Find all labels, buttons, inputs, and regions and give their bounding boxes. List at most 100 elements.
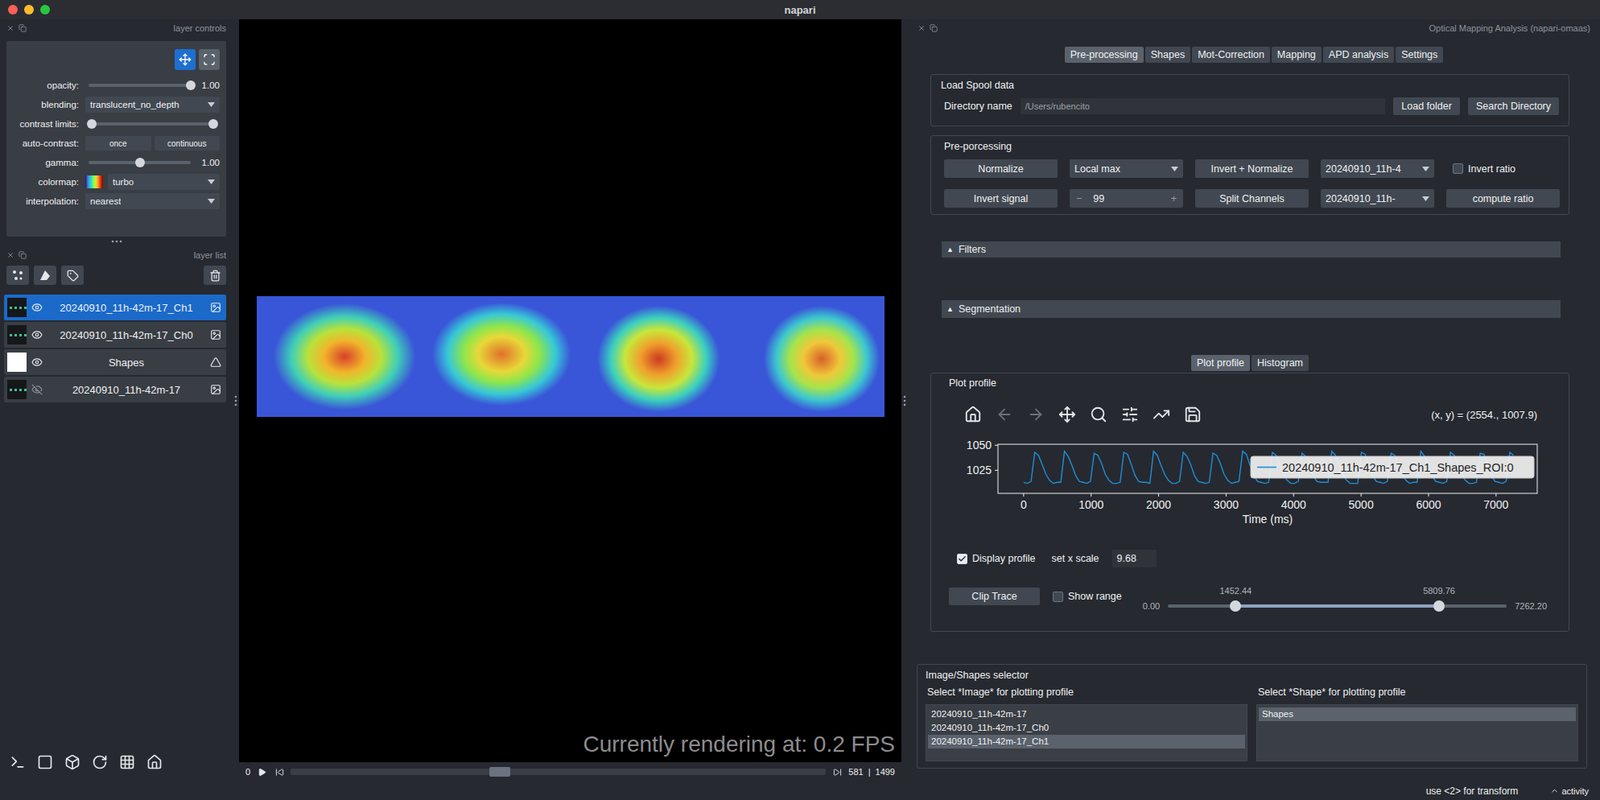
range-track[interactable] <box>1167 604 1507 608</box>
plot-tool-button[interactable] <box>1182 404 1203 425</box>
canvas[interactable]: Currently rendering at: 0.2 FPS <box>239 19 902 763</box>
action-button[interactable]: Normalize <box>944 159 1058 178</box>
slider[interactable]: 1.00 <box>85 157 220 168</box>
mode-button[interactable] <box>198 49 220 71</box>
dropdown[interactable]: nearest <box>85 193 220 210</box>
eye-icon[interactable] <box>31 301 43 314</box>
splitter-handle-icon[interactable] <box>234 395 238 407</box>
checkbox[interactable] <box>1452 163 1464 174</box>
close-dock-icon[interactable] <box>6 251 15 260</box>
delete-layer-button[interactable] <box>203 265 227 285</box>
auto-contrast-button[interactable]: continuous <box>154 136 221 151</box>
step-forward-button[interactable] <box>830 765 844 779</box>
frame-track[interactable] <box>290 768 826 776</box>
layer-row[interactable]: 20240910_11h-42m-17_Ch1 <box>4 294 227 321</box>
activity-button[interactable]: activity <box>1550 786 1589 796</box>
zoom-button[interactable] <box>40 4 50 15</box>
play-button[interactable] <box>255 765 269 779</box>
step-back-button[interactable] <box>272 765 286 779</box>
plot-tool-button[interactable] <box>962 404 983 425</box>
layer-row[interactable]: Shapes <box>4 349 227 376</box>
layer-row[interactable]: 20240910_11h-42m-17_Ch0 <box>4 321 227 348</box>
list-item[interactable]: 20240910_11h-42m-17_Ch1 <box>927 734 1246 749</box>
colormap-dropdown[interactable]: turbo <box>107 173 220 190</box>
range-high-handle[interactable] <box>1433 600 1445 612</box>
slider-handle[interactable] <box>135 157 145 168</box>
dropdown[interactable]: Local max <box>1069 159 1184 178</box>
plot-tool-button[interactable] <box>993 404 1015 425</box>
show-range-checkbox[interactable]: Show range <box>1052 590 1122 603</box>
profile-chart[interactable]: 1025105001000200030004000500060007000Tim… <box>948 435 1558 534</box>
plot-tool-button[interactable] <box>1056 404 1077 425</box>
eye-icon[interactable] <box>31 329 43 341</box>
action-button[interactable]: compute ratio <box>1446 189 1560 208</box>
tab[interactable]: Settings <box>1395 46 1444 63</box>
tab[interactable]: Shapes <box>1145 46 1191 63</box>
splitter[interactable] <box>901 19 908 782</box>
tab[interactable]: Mapping <box>1271 46 1322 63</box>
range-slider[interactable] <box>85 115 220 132</box>
new-points-button[interactable] <box>6 265 29 285</box>
home-icon[interactable] <box>146 754 163 771</box>
slider-handle[interactable] <box>185 80 196 91</box>
slider[interactable]: 1.00 <box>85 80 220 91</box>
plot-tool-button[interactable] <box>1088 404 1109 425</box>
close-button[interactable] <box>8 4 18 15</box>
list-item[interactable]: 20240910_11h-42m-17_Ch0 <box>927 721 1246 735</box>
dropdown[interactable]: 20240910_11h- <box>1320 189 1435 208</box>
clip-trace-button[interactable]: Clip Trace <box>948 587 1040 606</box>
current-frame[interactable]: 581 <box>848 767 863 777</box>
range-low-handle[interactable] <box>1229 600 1242 612</box>
slider-track[interactable] <box>88 83 191 87</box>
range-low-handle[interactable] <box>86 119 97 129</box>
tab[interactable]: Mot-Correction <box>1191 46 1271 63</box>
console-icon[interactable] <box>9 754 26 771</box>
action-button[interactable]: Split Channels <box>1195 189 1309 208</box>
splitter[interactable] <box>232 19 240 782</box>
checkbox-row[interactable]: Invert ratio <box>1446 159 1560 178</box>
spin-value[interactable]: 99 <box>1088 193 1164 205</box>
new-shapes-button[interactable] <box>33 265 57 285</box>
layer-row[interactable]: 20240910_11h-42m-17 <box>4 376 227 403</box>
float-dock-icon[interactable] <box>929 24 938 33</box>
image-layer-view[interactable] <box>256 296 885 417</box>
action-button[interactable]: Invert signal <box>944 189 1058 208</box>
plot-tool-button[interactable] <box>1150 404 1172 425</box>
splitter-handle-icon[interactable] <box>903 395 907 407</box>
range-track[interactable] <box>91 122 214 126</box>
checkbox[interactable] <box>956 553 968 565</box>
float-dock-icon[interactable] <box>18 24 27 33</box>
roll-icon[interactable] <box>91 754 108 771</box>
collapsible-section[interactable]: ▲Filters <box>941 241 1561 258</box>
tab[interactable]: Pre-processing <box>1064 46 1144 63</box>
ndisplay-icon[interactable] <box>37 754 54 771</box>
cube-icon[interactable] <box>64 754 81 771</box>
close-dock-icon[interactable] <box>6 24 15 33</box>
dock-splitter[interactable] <box>0 236 233 247</box>
plot-tool-button[interactable] <box>1119 404 1140 425</box>
close-dock-icon[interactable] <box>917 24 926 33</box>
directory-field[interactable]: /Users/rubencito <box>1020 98 1386 115</box>
new-labels-button[interactable] <box>61 265 84 285</box>
eye-off-icon[interactable] <box>31 383 43 396</box>
spin-increment[interactable]: + <box>1171 193 1177 205</box>
plot-tool-button[interactable] <box>1025 404 1046 425</box>
dropdown[interactable]: translucent_no_depth <box>85 96 220 113</box>
load-button[interactable]: Search Directory <box>1468 97 1559 116</box>
minimize-button[interactable] <box>24 4 34 15</box>
list-item[interactable]: Shapes <box>1258 707 1576 722</box>
display-profile-checkbox[interactable]: Display profile <box>956 552 1036 565</box>
float-dock-icon[interactable] <box>18 251 27 260</box>
checkbox[interactable] <box>1052 591 1064 603</box>
selector-list[interactable]: 20240910_11h-42m-1720240910_11h-42m-17_C… <box>925 704 1248 762</box>
frame-thumb[interactable] <box>489 767 511 777</box>
tab[interactable]: APD analysis <box>1323 46 1394 63</box>
tab[interactable]: Histogram <box>1251 354 1309 372</box>
x-scale-input[interactable]: 9.68 <box>1112 549 1157 568</box>
auto-contrast-button[interactable]: once <box>85 136 152 151</box>
tab[interactable]: Plot profile <box>1191 354 1250 372</box>
spinbox[interactable]: −99+ <box>1069 189 1184 208</box>
load-button[interactable]: Load folder <box>1393 97 1460 116</box>
dropdown[interactable]: 20240910_11h-4 <box>1320 159 1435 178</box>
resize-handle-icon[interactable] <box>111 239 123 244</box>
